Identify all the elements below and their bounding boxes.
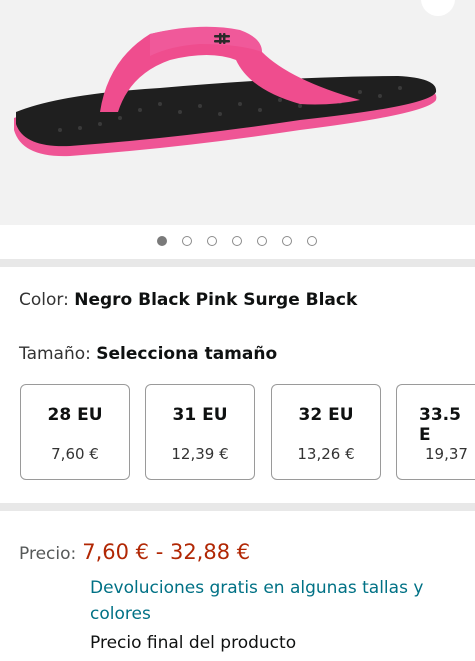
size-option-size: 32 EU: [298, 405, 354, 425]
size-option-size: 28 EU: [47, 405, 103, 425]
size-option-size: 33.5 E: [419, 405, 461, 445]
size-label: Tamaño:: [19, 344, 97, 364]
size-option-price: 13,26 €: [297, 445, 355, 463]
size-option-28[interactable]: 28 EU 7,60 €: [20, 384, 130, 480]
price-range: 7,60 € - 32,88 €: [82, 540, 251, 564]
product-image-carousel[interactable]: [0, 0, 475, 225]
carousel-dot[interactable]: [307, 236, 317, 246]
carousel-dot[interactable]: [232, 236, 242, 246]
flip-flop-sandal-image: [14, 26, 437, 157]
size-option-price: 12,39 €: [171, 445, 229, 463]
carousel-dot[interactable]: [182, 236, 192, 246]
carousel-dot[interactable]: [282, 236, 292, 246]
carousel-dot[interactable]: [207, 236, 217, 246]
color-label: Color:: [19, 290, 75, 310]
section-divider: [0, 259, 475, 267]
size-value: Selecciona tamaño: [96, 344, 278, 364]
carousel-dot[interactable]: [157, 236, 167, 246]
size-option-price: 19,37: [425, 445, 468, 463]
carousel-indicator: [0, 225, 475, 259]
size-option-32[interactable]: 32 EU 13,26 €: [271, 384, 381, 480]
size-option-33-5[interactable]: 33.5 E 19,37: [396, 384, 475, 480]
carousel-dot[interactable]: [257, 236, 267, 246]
size-selection: Tamaño: Selecciona tamaño: [19, 344, 277, 364]
color-selection: Color: Negro Black Pink Surge Black: [19, 290, 357, 310]
free-returns-link[interactable]: Devoluciones gratis en algunas tallas y …: [90, 575, 460, 627]
final-price-note: Precio final del producto: [90, 633, 297, 653]
price-section: Precio: 7,60 € - 32,88 €: [19, 540, 250, 564]
price-label: Precio:: [19, 544, 77, 564]
size-option-size: 31 EU: [172, 405, 228, 425]
section-divider: [0, 503, 475, 511]
size-option-price: 7,60 €: [51, 445, 99, 463]
color-value: Negro Black Pink Surge Black: [74, 290, 358, 310]
size-option-31[interactable]: 31 EU 12,39 €: [145, 384, 255, 480]
